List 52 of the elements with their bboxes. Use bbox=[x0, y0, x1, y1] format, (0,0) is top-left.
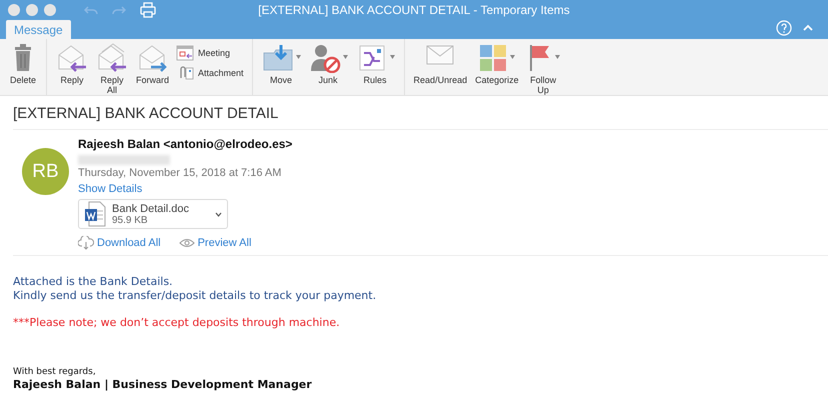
reply-all-icon bbox=[96, 43, 128, 73]
dropdown-caret-icon bbox=[510, 55, 516, 59]
toolbar-button[interactable]: Follow Up bbox=[524, 43, 563, 95]
toolbar-button[interactable]: Move bbox=[258, 43, 304, 85]
eye-icon bbox=[178, 238, 195, 248]
calendar-icon bbox=[176, 45, 194, 61]
toolbar-button[interactable]: Reply bbox=[53, 43, 91, 85]
sender-name: Rajeesh Balan <antonio@elrodeo.es> bbox=[78, 137, 292, 151]
toolbar-button[interactable]: Junk bbox=[306, 43, 351, 85]
dropdown-caret-icon bbox=[296, 55, 301, 59]
message-date: Thursday, November 15, 2018 at 7:16 AM bbox=[78, 167, 282, 179]
preview-all-link[interactable]: Preview All bbox=[178, 236, 252, 250]
body-text: Kindly send us the transfer/deposit details to track your payment. bbox=[13, 289, 378, 303]
body-text: Attached is the Bank Details. bbox=[13, 275, 174, 289]
redo-icon bbox=[112, 4, 126, 16]
dropdown-caret-icon bbox=[390, 55, 395, 59]
reply-icon bbox=[56, 43, 88, 73]
warning-text: ***Please note; we don’t accept deposits through machine. bbox=[13, 316, 341, 330]
show-details-link[interactable]: Show Details bbox=[78, 183, 142, 195]
envelope-icon bbox=[425, 43, 456, 67]
signature-name: Rajeesh Balan | Business Development Manager bbox=[13, 378, 313, 392]
toolbar-button[interactable]: Meeting bbox=[174, 45, 246, 61]
window-control[interactable] bbox=[8, 4, 20, 16]
undo-icon bbox=[84, 4, 98, 16]
toolbar-button[interactable]: Attachment bbox=[174, 65, 246, 81]
window-control[interactable] bbox=[44, 4, 56, 16]
toolbar-button[interactable]: Categorize bbox=[472, 43, 522, 85]
window-title: [EXTERNAL] BANK ACCOUNT DETAIL - Temporary Items bbox=[257, 3, 571, 17]
toolbar-button[interactable]: Forward bbox=[133, 43, 172, 85]
message-subject: [EXTERNAL] BANK ACCOUNT DETAIL bbox=[13, 96, 828, 130]
dropdown-caret-icon bbox=[342, 55, 348, 59]
toolbar-button[interactable]: Rules bbox=[352, 43, 398, 85]
attachment-size: 95.9 KB bbox=[112, 214, 149, 226]
color-grid-icon bbox=[478, 43, 508, 73]
chevron-down-icon bbox=[215, 212, 222, 216]
help-icon bbox=[776, 20, 792, 36]
forward-icon bbox=[136, 43, 168, 73]
dropdown-caret-icon bbox=[554, 55, 560, 59]
collapse-icon bbox=[802, 23, 814, 33]
person-blocked-icon bbox=[308, 43, 341, 73]
toolbar-button[interactable]: Reply All bbox=[93, 43, 131, 95]
toolbar-button[interactable]: Read/Unread bbox=[410, 43, 470, 85]
word-document-icon bbox=[84, 201, 106, 227]
cloud-download-icon bbox=[78, 236, 94, 250]
attachment-card[interactable]: Bank Detail.doc 95.9 KB bbox=[78, 199, 228, 229]
download-all-link[interactable]: Download All bbox=[78, 236, 161, 250]
window-control[interactable] bbox=[26, 4, 38, 16]
attachment-name: Bank Detail.doc bbox=[112, 202, 190, 214]
toolbar-button[interactable]: Delete bbox=[6, 43, 40, 85]
signature-greeting: With best regards, bbox=[13, 366, 97, 378]
avatar: RB bbox=[22, 148, 69, 195]
folder-icon bbox=[262, 43, 294, 73]
